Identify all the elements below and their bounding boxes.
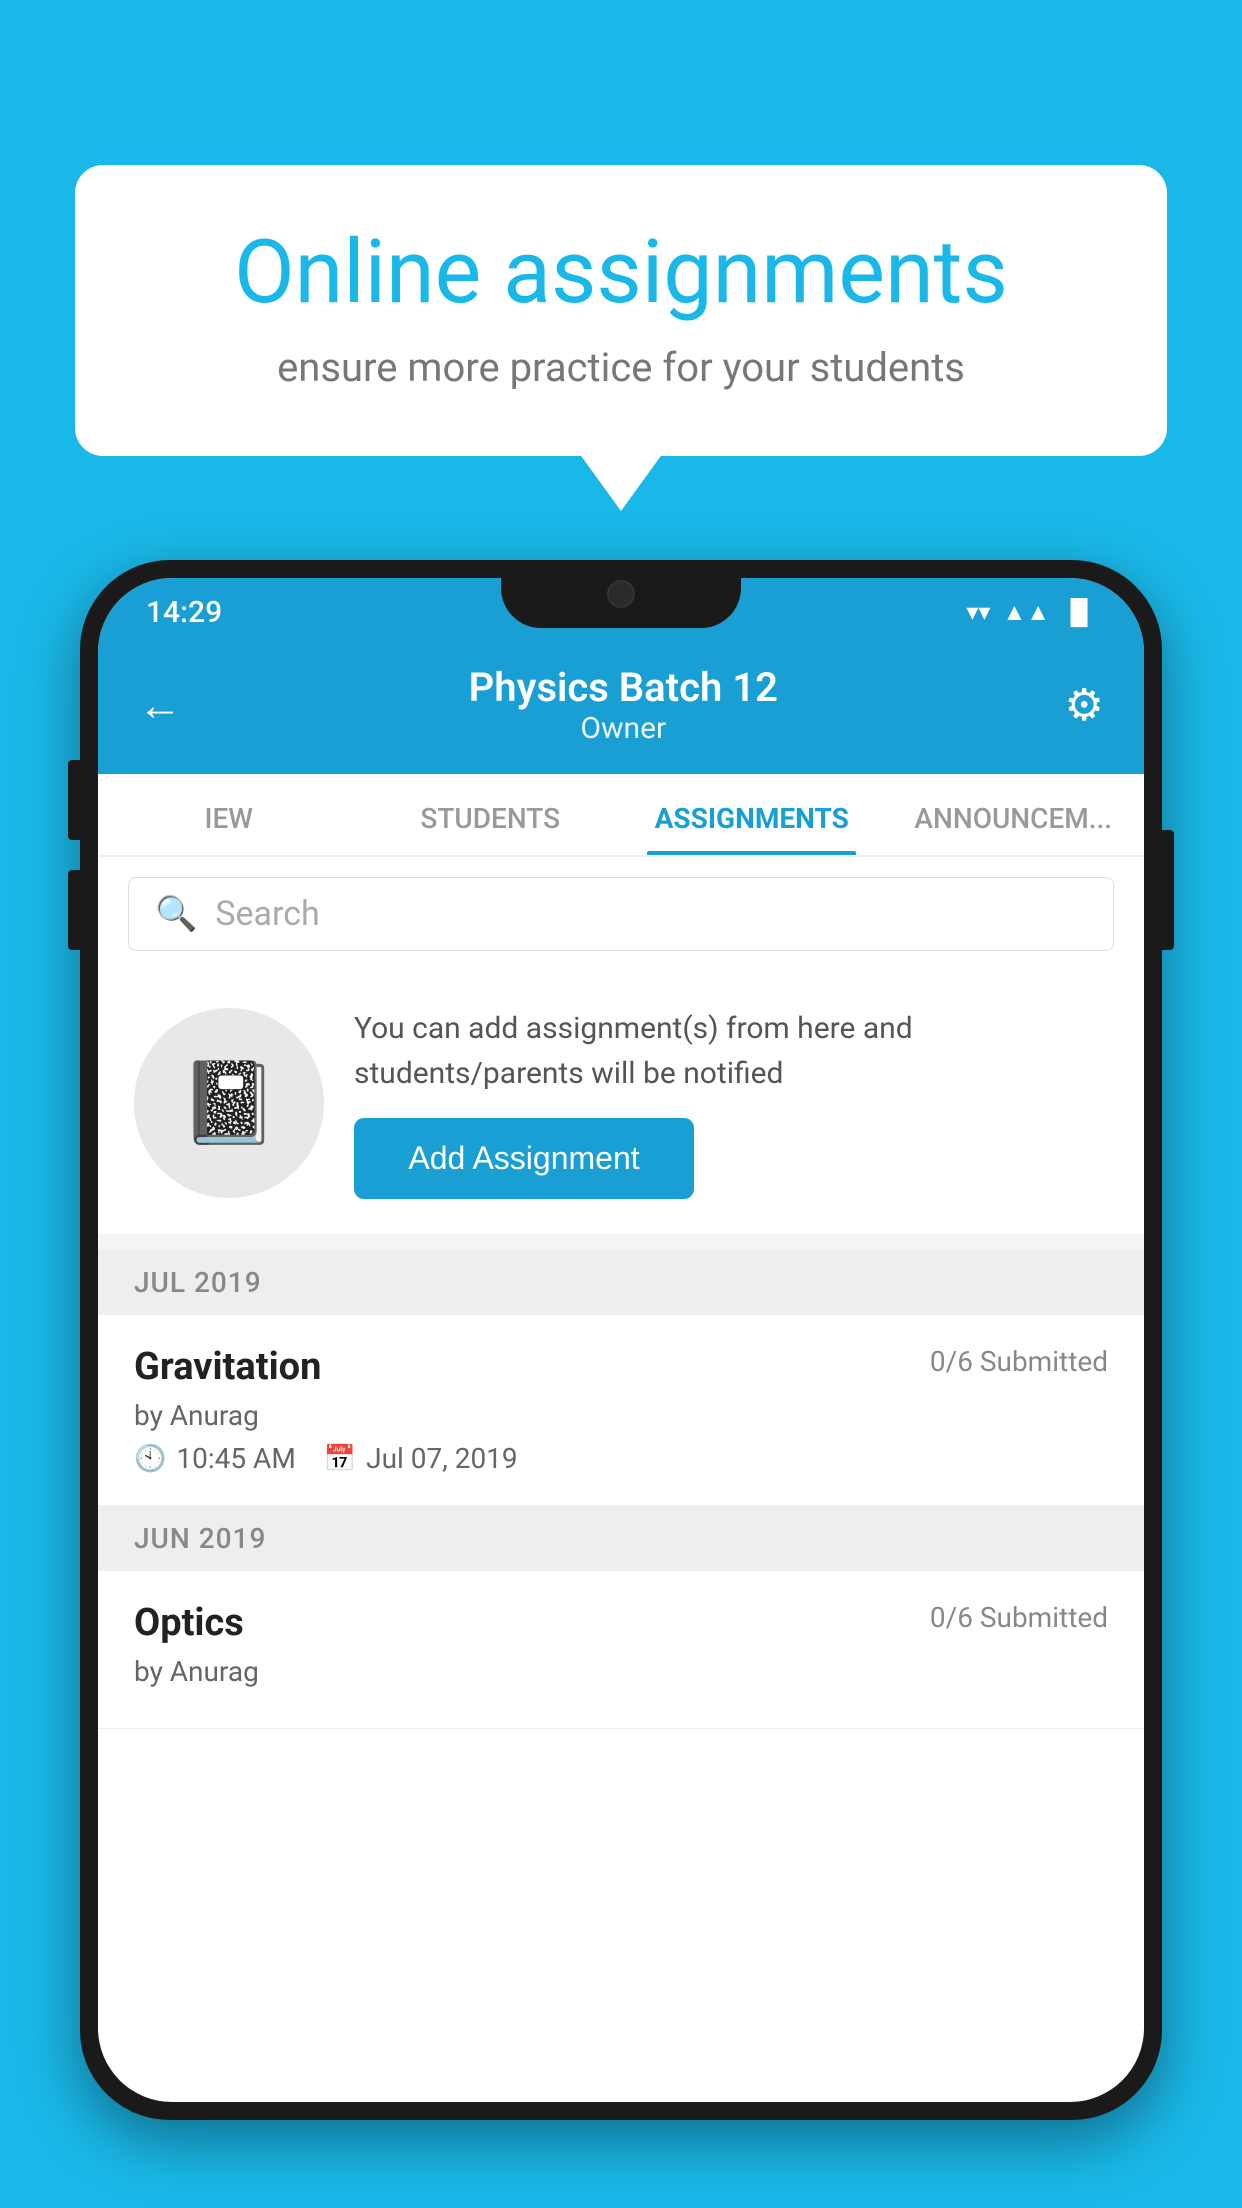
battery-icon: ▐▌ bbox=[1062, 598, 1096, 627]
promo-description: You can add assignment(s) from here and … bbox=[354, 1006, 1108, 1096]
section-jun-2019: JUN 2019 bbox=[98, 1506, 1144, 1571]
calendar-icon: 📅 bbox=[324, 1444, 356, 1474]
signal-icon: ▲▲ bbox=[1002, 598, 1050, 627]
clock-icon: 🕙 bbox=[134, 1444, 166, 1474]
search-input[interactable]: Search bbox=[215, 894, 319, 934]
assignment-dates: 🕙 10:45 AM 📅 Jul 07, 2019 bbox=[134, 1442, 1108, 1475]
tab-announcements[interactable]: ANNOUNCEM... bbox=[883, 774, 1145, 855]
search-bar-container: 🔍 Search bbox=[98, 857, 1144, 971]
notebook-icon: 📓 bbox=[179, 1056, 279, 1150]
status-icons: ▾▾ ▲▲ ▐▌ bbox=[966, 598, 1096, 627]
assignment-icon-circle: 📓 bbox=[134, 1008, 324, 1198]
tab-assignments[interactable]: ASSIGNMENTS bbox=[621, 774, 883, 855]
search-input-wrap[interactable]: 🔍 Search bbox=[128, 877, 1114, 951]
batch-subtitle: Owner bbox=[580, 711, 666, 746]
assignment-name-optics: Optics bbox=[134, 1601, 244, 1645]
assignment-submitted-optics: 0/6 Submitted bbox=[930, 1601, 1108, 1634]
search-icon: 🔍 bbox=[155, 894, 197, 934]
add-assignment-button[interactable]: Add Assignment bbox=[354, 1118, 694, 1199]
phone-screen: 14:29 ▾▾ ▲▲ ▐▌ ← Physics Batch 12 Owner … bbox=[98, 578, 1144, 2102]
volume-down-button bbox=[68, 870, 80, 950]
front-camera bbox=[607, 580, 635, 608]
assignment-by-optics: by Anurag bbox=[134, 1655, 1108, 1688]
volume-up-button bbox=[68, 760, 80, 840]
promo-speech-bubble: Online assignments ensure more practice … bbox=[75, 165, 1167, 456]
assignment-submitted: 0/6 Submitted bbox=[930, 1345, 1108, 1378]
tabs-bar: IEW STUDENTS ASSIGNMENTS ANNOUNCEM... bbox=[98, 774, 1144, 857]
wifi-icon: ▾▾ bbox=[966, 598, 990, 626]
add-assignment-promo: 📓 You can add assignment(s) from here an… bbox=[98, 971, 1144, 1234]
assignment-name: Gravitation bbox=[134, 1345, 321, 1389]
promo-subtitle: ensure more practice for your students bbox=[145, 344, 1097, 391]
power-button bbox=[1162, 830, 1174, 950]
assignment-time: 🕙 10:45 AM bbox=[134, 1442, 296, 1475]
content-area: 🔍 Search 📓 You can add assignment(s) fro… bbox=[98, 857, 1144, 1729]
tab-students[interactable]: STUDENTS bbox=[360, 774, 622, 855]
tab-iew[interactable]: IEW bbox=[98, 774, 360, 855]
header-title-block: Physics Batch 12 Owner bbox=[469, 664, 778, 746]
assignment-top: Gravitation 0/6 Submitted bbox=[134, 1345, 1108, 1389]
settings-button[interactable]: ⚙ bbox=[1065, 679, 1104, 731]
section-jul-2019: JUL 2019 bbox=[98, 1250, 1144, 1315]
assignment-by: by Anurag bbox=[134, 1399, 1108, 1432]
assignment-item-gravitation[interactable]: Gravitation 0/6 Submitted by Anurag 🕙 10… bbox=[98, 1315, 1144, 1506]
promo-title: Online assignments bbox=[145, 225, 1097, 322]
assignment-item-optics[interactable]: Optics 0/6 Submitted by Anurag bbox=[98, 1571, 1144, 1729]
phone-notch bbox=[501, 560, 741, 628]
status-time: 14:29 bbox=[146, 595, 222, 630]
batch-title: Physics Batch 12 bbox=[469, 664, 778, 711]
assignment-date: 📅 Jul 07, 2019 bbox=[324, 1442, 518, 1475]
assignment-top-optics: Optics 0/6 Submitted bbox=[134, 1601, 1108, 1645]
back-button[interactable]: ← bbox=[138, 679, 182, 731]
promo-right: You can add assignment(s) from here and … bbox=[354, 1006, 1108, 1199]
phone-device: 14:29 ▾▾ ▲▲ ▐▌ ← Physics Batch 12 Owner … bbox=[80, 560, 1162, 2208]
app-header: ← Physics Batch 12 Owner ⚙ bbox=[98, 646, 1144, 774]
